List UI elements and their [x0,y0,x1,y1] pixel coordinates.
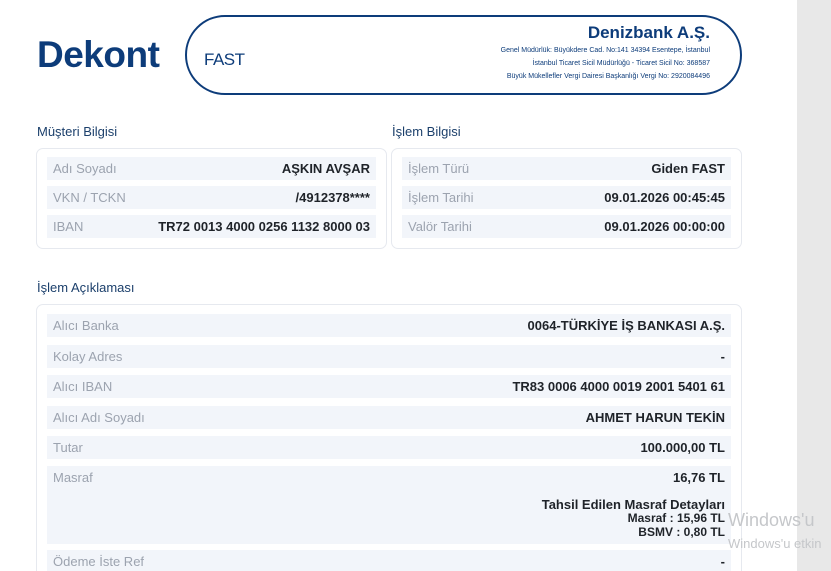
right-gray-panel [797,0,831,571]
customer-id-row: VKN / TCKN /4912378**** [47,186,376,209]
bsmv-detail-line: BSMV : 0,80 TL [638,525,725,539]
row-label: Adı Soyadı [53,161,117,176]
receiver-iban-row: Alıcı IBAN TR83 0006 4000 0019 2001 5401… [47,375,731,398]
row-label: Alıcı Adı Soyadı [53,410,145,425]
easy-address-row: Kolay Adres - [47,345,731,368]
windows-activation-watermark: Windows'u [728,510,815,530]
value-date-row: Valör Tarihi 09.01.2026 00:00:00 [402,215,731,238]
bank-tax-line: Büyük Mükellefler Vergi Dairesi Başkanlı… [506,73,710,80]
fee-detail-value: : 15,96 TL [669,511,725,525]
row-label: Alıcı Banka [53,318,119,333]
row-value: - [720,349,725,364]
row-label: Kolay Adres [53,349,123,364]
row-label: Alıcı IBAN [53,379,113,394]
row-value: TR72 0013 4000 0256 1132 8000 03 [158,219,370,234]
receiver-name-row: Alıcı Adı Soyadı AHMET HARUN TEKİN [47,406,731,429]
amount-row: Tutar 100.000,00 TL [47,436,731,459]
row-label: Ödeme İste Ref [53,554,145,569]
bsmv-detail-value: : 0,80 TL [676,525,725,539]
header-pill: FAST Denizbank A.Ş. Genel Müdürlük: Büyü… [185,15,742,95]
row-value: 0064-TÜRKİYE İŞ BANKASI A.Ş. [527,318,725,333]
description-section-title: İşlem Açıklaması [37,280,135,295]
customer-iban-row: IBAN TR72 0013 4000 0256 1132 8000 03 [47,215,376,238]
row-value: AHMET HARUN TEKİN [585,410,725,425]
fee-block: Masraf 16,76 TL Tahsil Edilen Masraf Det… [47,466,731,544]
row-label: Tutar [53,440,83,455]
fee-detail-line: Masraf : 15,96 TL [628,511,725,525]
bank-name: Denizbank A.Ş. [587,23,710,42]
bank-address-line: Genel Müdürlük: Büyükdere Cad. No:141 34… [500,47,710,54]
row-value: 100.000,00 TL [640,440,725,455]
transaction-card: İşlem Türü Giden FAST İşlem Tarihi 09.01… [391,148,742,249]
row-label: İşlem Tarihi [408,190,474,205]
customer-name-row: Adı Soyadı AŞKIN AVŞAR [47,157,376,180]
description-card: Alıcı Banka 0064-TÜRKİYE İŞ BANKASI A.Ş.… [36,304,742,571]
customer-card: Adı Soyadı AŞKIN AVŞAR VKN / TCKN /49123… [36,148,387,249]
row-value: AŞKIN AVŞAR [281,161,370,176]
customer-section-title: Müşteri Bilgisi [37,124,118,139]
fee-detail-key: Masraf [627,511,667,525]
row-value: 09.01.2026 00:00:00 [604,219,725,234]
row-label: IBAN [53,219,84,234]
row-value: 09.01.2026 00:45:45 [604,190,725,205]
windows-activation-subtext: Windows'u etkin [728,536,822,551]
row-value: /4912378**** [295,190,370,205]
payment-request-ref-row: Ödeme İste Ref - [47,550,731,571]
receipt-type: FAST [204,50,245,69]
row-label: İşlem Türü [408,161,470,176]
transaction-date-row: İşlem Tarihi 09.01.2026 00:45:45 [402,186,731,209]
bsmv-detail-key: BSMV [638,525,673,539]
row-value: - [720,554,725,569]
fee-detail-title: Tahsil Edilen Masraf Detayları [541,497,725,512]
receiver-bank-row: Alıcı Banka 0064-TÜRKİYE İŞ BANKASI A.Ş. [47,314,731,337]
row-value: TR83 0006 4000 0019 2001 5401 61 [512,379,725,394]
transaction-type-row: İşlem Türü Giden FAST [402,157,731,180]
row-value: Giden FAST [651,161,725,176]
fee-label: Masraf [53,470,93,485]
row-label: Valör Tarihi [408,219,472,234]
transaction-section-title: İşlem Bilgisi [392,124,461,139]
row-label: VKN / TCKN [53,190,126,205]
bank-registry-line: İstanbul Ticaret Sicil Müdürlüğü - Ticar… [532,60,710,67]
dekont-logo: Dekont [37,34,160,75]
fee-value: 16,76 TL [672,470,725,485]
